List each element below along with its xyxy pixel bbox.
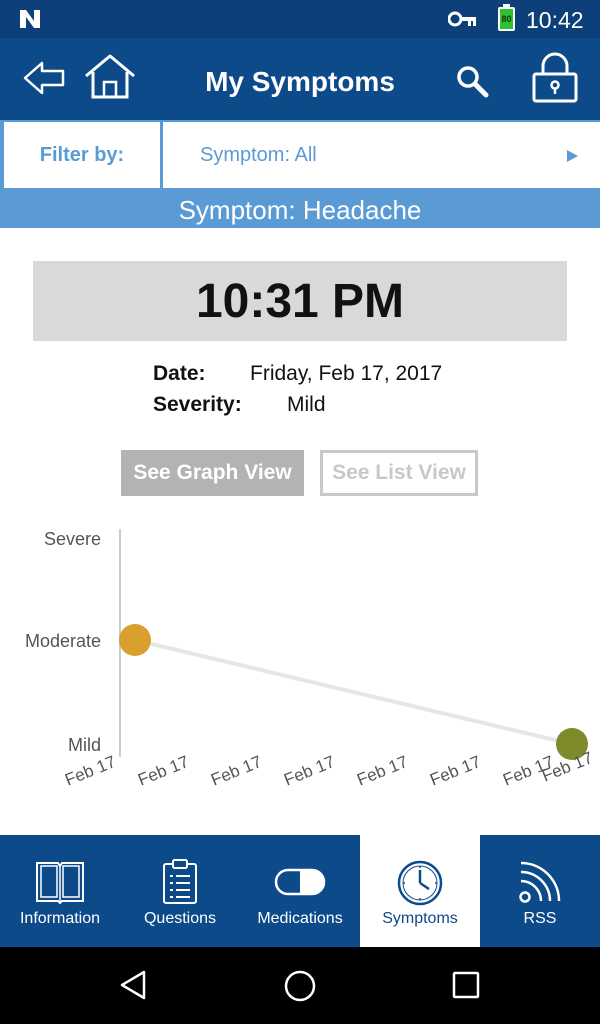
graph-view-button[interactable]: See Graph View	[121, 450, 304, 496]
x-tick-label-0: Feb 17	[62, 752, 118, 789]
page-title: My Symptoms	[205, 66, 395, 97]
filter-label: Filter by:	[4, 122, 160, 188]
nav-label-medications: Medications	[257, 910, 343, 927]
nav-label-information: Information	[19, 910, 101, 927]
nav-item-rss[interactable]: RSS	[480, 835, 600, 947]
y-tick-label-1: Moderate	[25, 631, 101, 651]
nav-item-information[interactable]: Information	[0, 835, 120, 947]
symptom-filter-select[interactable]: Symptom: All	[163, 122, 600, 188]
severity-value: Mild	[287, 393, 326, 416]
entry-time: 10:31 PM	[33, 261, 567, 341]
bottom-nav: Information Questions Medications Sympto…	[0, 835, 600, 947]
data-point-0	[119, 624, 151, 656]
series-line	[134, 638, 573, 746]
filter-row: Filter by: Symptom: All	[0, 120, 600, 190]
x-tick-label-5: Feb 17	[427, 752, 483, 789]
status-bar: 80 10:42	[0, 0, 600, 38]
battery-icon: 80	[498, 4, 515, 31]
nav-item-questions[interactable]: Questions	[120, 835, 240, 947]
dropdown-arrow-icon	[567, 150, 578, 162]
x-tick-label-1: Feb 17	[135, 752, 191, 789]
recents-square-icon[interactable]	[452, 971, 480, 999]
pill-icon	[274, 868, 326, 896]
status-clock: 10:42	[526, 7, 584, 33]
n-logo-icon	[20, 10, 40, 28]
list-view-button[interactable]: See List View	[320, 450, 478, 496]
date-value: Friday, Feb 17, 2017	[250, 362, 443, 385]
lock-icon[interactable]	[530, 52, 580, 104]
nav-item-medications[interactable]: Medications	[240, 835, 360, 947]
clipboard-icon	[163, 859, 197, 904]
x-tick-label-3: Feb 17	[281, 752, 337, 789]
symptom-severity-chart: SevereModerateMildFeb 17 Feb 17 Feb 17 Feb …	[25, 529, 595, 790]
date-label: Date:	[153, 362, 206, 385]
home-circle-icon[interactable]	[283, 969, 317, 1003]
nav-label-symptoms: Symptoms	[382, 910, 458, 927]
system-nav-bar	[0, 947, 600, 1024]
clock-icon	[397, 860, 443, 906]
rss-icon	[519, 861, 561, 903]
search-icon[interactable]	[455, 64, 489, 98]
x-tick-label-2: Feb 17	[208, 752, 264, 789]
nav-label-questions: Questions	[143, 910, 217, 927]
y-tick-label-0: Severe	[44, 529, 101, 549]
nav-item-symptoms[interactable]: Symptoms	[360, 835, 480, 947]
y-tick-label-2: Mild	[68, 735, 101, 755]
nav-label-rss: RSS	[523, 910, 557, 927]
x-tick-label-4: Feb 17	[354, 752, 410, 789]
key-icon	[448, 11, 476, 27]
back-triangle-icon[interactable]	[118, 969, 150, 1001]
filter-selected-value: Symptom: All	[200, 144, 317, 166]
severity-label: Severity:	[153, 393, 242, 416]
app-bar: My Symptoms	[0, 38, 600, 120]
symptom-header: Symptom: Headache	[0, 190, 600, 228]
book-icon	[36, 862, 84, 905]
